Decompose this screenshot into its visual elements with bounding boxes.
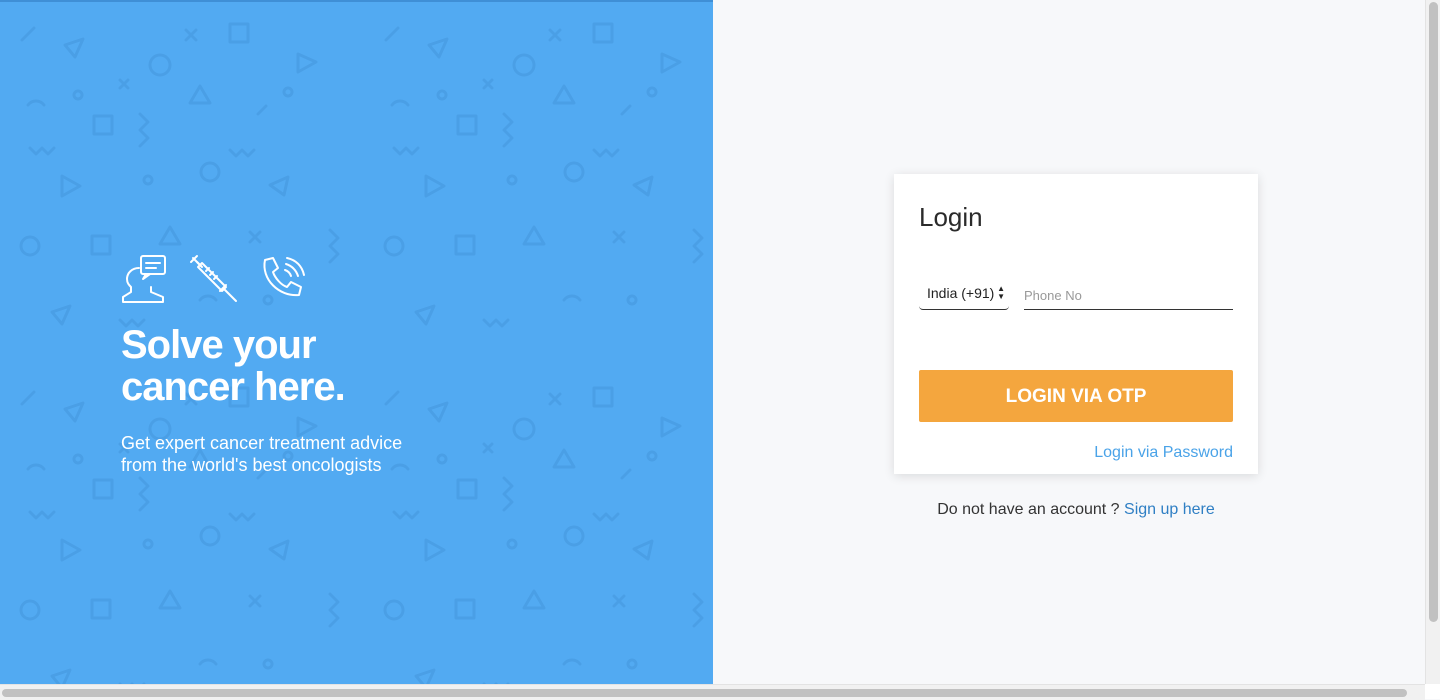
hero-subtitle-line1: Get expert cancer treatment advice <box>121 433 403 453</box>
hero-icons <box>121 254 451 304</box>
vertical-scrollbar[interactable] <box>1425 0 1440 684</box>
vertical-scrollbar-thumb[interactable] <box>1429 2 1438 622</box>
select-arrows-icon: ▲ ▼ <box>997 284 1005 301</box>
country-code-select[interactable]: India (+91) ▲ ▼ <box>919 282 1009 310</box>
signup-prompt: Do not have an account ? <box>937 501 1120 518</box>
signup-link[interactable]: Sign up here <box>1124 501 1215 518</box>
login-title: Login <box>919 202 983 232</box>
hero-subtitle: Get expert cancer treatment advice from … <box>121 432 451 476</box>
scrollbar-corner <box>1425 684 1440 699</box>
signup-row: Do not have an account ? Sign up here <box>894 501 1258 519</box>
hero-subtitle-line2: from the world's best oncologists <box>121 455 382 475</box>
horizontal-scrollbar[interactable] <box>0 684 1425 700</box>
login-via-otp-button[interactable]: LOGIN VIA OTP <box>919 370 1233 422</box>
country-code-value: India (+91) <box>927 285 995 301</box>
syringe-icon <box>190 255 237 302</box>
login-via-password-link[interactable]: Login via Password <box>1094 444 1233 462</box>
phone-input[interactable] <box>1024 282 1233 310</box>
hero-title: Solve your cancer here. <box>121 324 441 408</box>
login-card: Login India (+91) ▲▼ LOGIN VIA OTP Login… <box>894 174 1258 474</box>
phone-call-icon <box>263 257 305 297</box>
hero-title-line2: cancer here. <box>121 365 346 409</box>
hero-title-line1: Solve your <box>121 323 317 367</box>
hero-panel: Solve your cancer here. Get expert cance… <box>0 0 713 684</box>
horizontal-scrollbar-thumb[interactable] <box>2 689 1407 697</box>
consultation-icon <box>122 255 166 303</box>
hero-content: Solve your cancer here. Get expert cance… <box>121 254 451 476</box>
